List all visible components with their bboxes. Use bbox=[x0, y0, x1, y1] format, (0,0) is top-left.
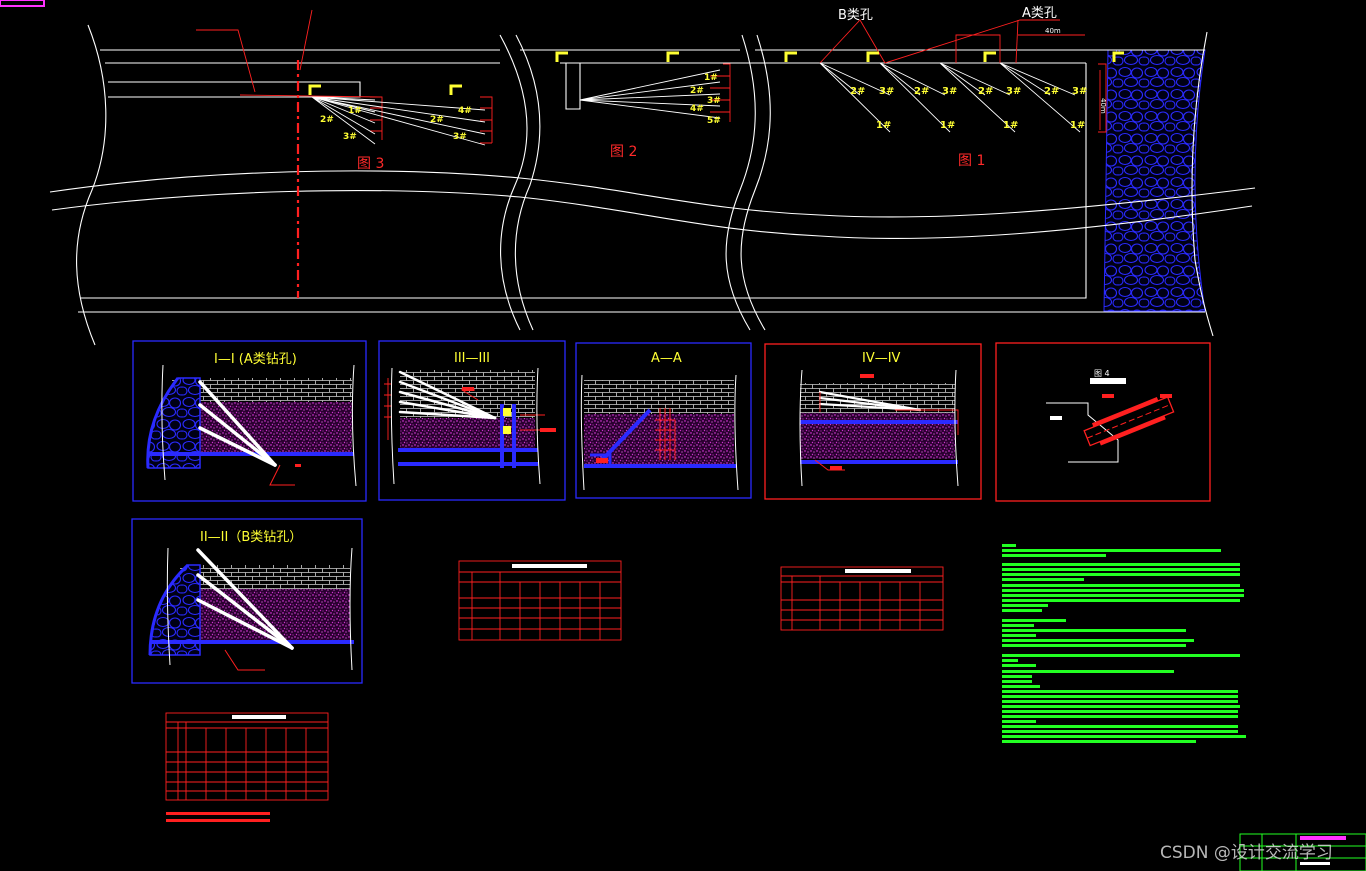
svg-text:2#: 2# bbox=[1044, 86, 1059, 97]
table-1 bbox=[458, 560, 622, 641]
svg-text:3#: 3# bbox=[942, 86, 957, 97]
svg-text:II—II（B类钻孔）: II—II（B类钻孔） bbox=[200, 530, 302, 545]
svg-text:2#: 2# bbox=[430, 115, 444, 125]
svg-text:1#: 1# bbox=[1003, 120, 1018, 131]
table-3 bbox=[165, 712, 329, 801]
label-a-holes: A类孔 bbox=[1022, 6, 1057, 21]
svg-text:A—A: A—A bbox=[651, 351, 682, 366]
svg-text:图 4: 图 4 bbox=[1094, 369, 1110, 378]
svg-text:4#: 4# bbox=[690, 104, 704, 114]
fig3-hole-labels: 1# 2# 3# 4# 2# 3# bbox=[320, 106, 472, 142]
fig1-hole-labels: 2# 3# 1# 2# 3# 1# 2# 3# 1# 2# 3# 1# bbox=[850, 86, 1087, 131]
label-fig2: 图 2 bbox=[610, 144, 637, 160]
svg-text:3#: 3# bbox=[1072, 86, 1087, 97]
label-fig1: 图 1 bbox=[958, 153, 985, 169]
svg-text:1#: 1# bbox=[876, 120, 891, 131]
section-II-II: II—II（B类钻孔） bbox=[131, 518, 363, 684]
design-notes-block bbox=[1002, 544, 1246, 743]
svg-text:3#: 3# bbox=[707, 96, 721, 106]
svg-text:3#: 3# bbox=[343, 132, 357, 142]
dim-40m-b: 40m bbox=[1099, 98, 1107, 114]
svg-text:2#: 2# bbox=[690, 86, 704, 96]
svg-text:1#: 1# bbox=[940, 120, 955, 131]
corner-marker bbox=[0, 0, 45, 7]
goaf-stone-area bbox=[1103, 49, 1206, 312]
section-A-A: A—A bbox=[575, 342, 752, 499]
section-I-I: I—I (A类钻孔) bbox=[132, 340, 367, 502]
section-III-III: III—III bbox=[378, 340, 566, 501]
dim-40m-a: 40m bbox=[1045, 27, 1061, 35]
fig2-hole-labels: 1# 2# 3# 4# 5# bbox=[690, 73, 721, 126]
svg-text:1#: 1# bbox=[1070, 120, 1085, 131]
table-3-note-line-2 bbox=[166, 819, 270, 822]
svg-text:4#: 4# bbox=[458, 106, 472, 116]
label-b-holes: B类孔 bbox=[838, 8, 873, 23]
plan-view: 图 1 图 2 图 3 B类孔 A类孔 40m 40m 2# 3# 1# 2# … bbox=[49, 6, 1256, 346]
svg-text:2#: 2# bbox=[914, 86, 929, 97]
svg-text:3#: 3# bbox=[453, 132, 467, 142]
svg-text:1#: 1# bbox=[348, 106, 362, 116]
svg-text:III—III: III—III bbox=[454, 351, 490, 366]
svg-text:I—I (A类钻孔): I—I (A类钻孔) bbox=[214, 352, 297, 367]
csdn-watermark: CSDN @设计交流学习 bbox=[1160, 843, 1333, 863]
label-fig3: 图 3 bbox=[357, 156, 384, 172]
section-IV-IV: IV—IV bbox=[764, 343, 982, 500]
cad-drawing-canvas: 图 1 图 2 图 3 B类孔 A类孔 40m 40m 2# 3# 1# 2# … bbox=[0, 0, 1366, 871]
svg-text:2#: 2# bbox=[320, 115, 334, 125]
svg-text:5#: 5# bbox=[707, 116, 721, 126]
svg-text:2#: 2# bbox=[978, 86, 993, 97]
svg-text:IV—IV: IV—IV bbox=[862, 351, 901, 366]
svg-text:1#: 1# bbox=[704, 73, 718, 83]
table-2 bbox=[780, 566, 944, 631]
table-3-note-line-1 bbox=[166, 812, 270, 815]
svg-text:3#: 3# bbox=[1006, 86, 1021, 97]
svg-text:3#: 3# bbox=[879, 86, 894, 97]
section-fig4: 图 4 bbox=[995, 342, 1211, 502]
svg-text:2#: 2# bbox=[850, 86, 865, 97]
